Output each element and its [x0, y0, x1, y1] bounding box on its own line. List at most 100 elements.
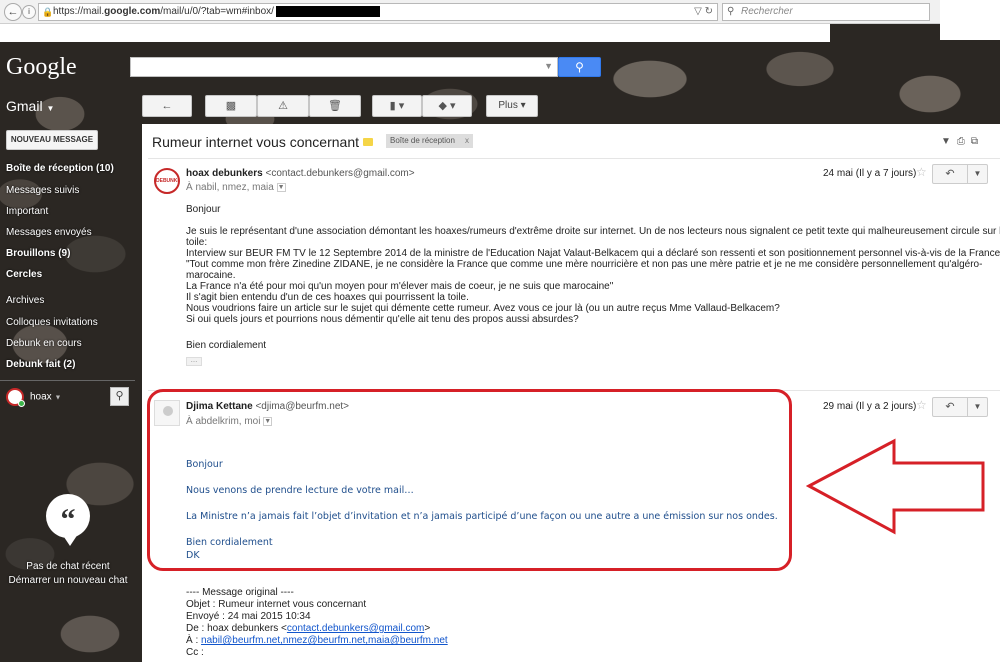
body-line: Je suis le représentant d'une associatio…: [186, 226, 1000, 237]
avatar: [6, 388, 25, 407]
quoted-from-suffix: >: [424, 623, 431, 634]
body-line: Bien cordialement: [186, 340, 267, 351]
quoted-cc: Cc :: [186, 647, 204, 658]
browser-search-input[interactable]: ⚲ Rechercher: [722, 3, 930, 21]
print-icon[interactable]: ⎙: [957, 136, 971, 147]
star-icon[interactable]: ☆: [916, 398, 927, 412]
sidebar-item-debunk-en-cours[interactable]: Debunk en cours: [6, 338, 82, 349]
sidebar-divider: [0, 380, 135, 381]
chat-search-button[interactable]: ⚲: [110, 387, 129, 406]
page-strip: [0, 24, 830, 42]
url-domain: google.com: [104, 6, 161, 17]
reply-icon: ↶: [945, 401, 955, 413]
back-arrow-icon[interactable]: ←: [4, 3, 22, 21]
search-icon: ⚲: [575, 60, 584, 74]
compose-button[interactable]: NOUVEAU MESSAGE: [6, 130, 98, 150]
chevron-down-icon[interactable]: ▼: [544, 61, 553, 71]
browser-toolbar: ← i 🔒 https://mail.google.com/mail/u/0/?t…: [0, 0, 1000, 24]
reload-icon[interactable]: ▽ ↻: [694, 4, 713, 20]
labels-button[interactable]: ◆ ▾: [422, 95, 472, 117]
chevron-down-icon[interactable]: ▼: [276, 182, 286, 192]
more-button[interactable]: Plus ▾: [486, 95, 538, 117]
sidebar-item-colloques[interactable]: Colloques invitations: [6, 317, 98, 328]
chat-user[interactable]: hoax ▼: [6, 388, 62, 407]
sidebar-item-circles[interactable]: Cercles: [6, 269, 42, 280]
redaction-bar: [275, 5, 352, 17]
quoted-to-prefix: À :: [186, 635, 202, 646]
reply-button[interactable]: ↶: [932, 164, 968, 184]
search-icon: ⚲: [727, 6, 735, 17]
quoted-sent: Envoyé : 24 mai 2015 10:34: [186, 611, 311, 622]
address-bar[interactable]: 🔒 https://mail.google.com/mail/u/0/?tab=w…: [38, 3, 718, 21]
body-line: toile:: [186, 237, 208, 248]
chevron-down-icon: ▼: [54, 394, 62, 402]
body-line: La France n'a été pour moi qu'un moyen p…: [186, 281, 614, 292]
delete-button[interactable]: 🗑: [309, 95, 361, 117]
sender-email-link[interactable]: contact.debunkers@gmail.com: [287, 623, 424, 634]
gmail-label: Gmail: [6, 98, 43, 114]
redaction-bar: [351, 5, 380, 17]
close-icon[interactable]: x: [465, 136, 469, 145]
message-more-button[interactable]: ▼: [968, 397, 988, 417]
sidebar-item-inbox[interactable]: Boîte de réception (10): [6, 163, 114, 174]
archive-button[interactable]: ▩: [205, 95, 257, 117]
back-to-inbox-button[interactable]: ←: [142, 95, 192, 117]
tag-icon: ◆ ▾: [438, 100, 456, 112]
move-to-button[interactable]: ▮ ▾: [372, 95, 422, 117]
recipients: À nabil, nmez, maia: [186, 182, 274, 193]
url-prefix: https://mail.: [53, 6, 105, 17]
reply-icon: ↶: [945, 168, 955, 180]
message-more-button[interactable]: ▼: [968, 164, 988, 184]
quoted-from: De : hoax debunkers <contact.debunkers@g…: [186, 623, 430, 634]
url-path: /mail/u/0/?tab=wm#inbox/: [160, 6, 274, 17]
message-date: 29 mai (Il y a 2 jours): [823, 401, 917, 412]
message-date: 24 mai (Il y a 7 jours): [823, 168, 917, 179]
thread-subject: Rumeur internet vous concernant: [152, 134, 359, 150]
new-window-icon[interactable]: ⧉: [971, 136, 984, 147]
sidebar-item-starred[interactable]: Messages suivis: [6, 185, 79, 196]
chat-empty-text: Pas de chat récent: [26, 561, 110, 572]
info-icon[interactable]: i: [22, 5, 36, 19]
body-line: Bonjour: [186, 204, 221, 215]
search-icon: ⚲: [115, 390, 124, 402]
sidebar-item-debunk-fait[interactable]: Debunk fait (2): [6, 359, 75, 370]
sidebar-item-drafts[interactable]: Brouillons (9): [6, 248, 70, 259]
sender-name: hoax debunkers: [186, 168, 263, 179]
sidebar-item-important[interactable]: Important: [6, 206, 48, 217]
star-icon[interactable]: ☆: [916, 165, 927, 179]
body-line: Si oui quels jours et pourrions nous dém…: [186, 314, 579, 325]
google-logo[interactable]: Google: [6, 54, 77, 81]
avatar: DEBUNKERS: [154, 168, 180, 194]
reply-button[interactable]: ↶: [932, 397, 968, 417]
message-sender[interactable]: hoax debunkers <contact.debunkers@gmail.…: [186, 168, 415, 179]
important-label-icon[interactable]: [363, 138, 373, 146]
page-strip: [940, 0, 1000, 40]
inbox-label-tag[interactable]: Boîte de réception x: [386, 134, 473, 148]
hangouts-bubble-tail: [62, 534, 78, 546]
quoted-header: ---- Message original ----: [186, 587, 294, 598]
sidebar-item-archives[interactable]: Archives: [6, 295, 44, 306]
body-line: Interview sur BEUR FM TV le 12 Septembre…: [186, 248, 1000, 259]
quoted-subject: Objet : Rumeur internet vous concernant: [186, 599, 367, 610]
mail-search-input[interactable]: ▼: [130, 57, 558, 77]
expand-all-icon[interactable]: ▼: [941, 136, 957, 147]
sidebar-item-sent[interactable]: Messages envoyés: [6, 227, 92, 238]
trash-icon: 🗑: [328, 100, 342, 112]
start-chat-link[interactable]: Démarrer un nouveau chat: [0, 575, 136, 586]
archive-icon: ▩: [225, 100, 237, 112]
recipients-line[interactable]: À nabil, nmez, maia ▼: [186, 182, 286, 193]
recipients-email-link[interactable]: nabil@beurfm.net,nmez@beurfm.net,maia@be…: [201, 635, 448, 646]
body-line: Il s'agit bien entendu d'un de ces hoaxe…: [186, 292, 469, 303]
online-status-icon: [18, 400, 25, 407]
gmail-menu[interactable]: Gmail ▼: [6, 98, 54, 114]
show-trimmed-button[interactable]: …: [186, 357, 202, 366]
sender-email: <contact.debunkers@gmail.com>: [265, 168, 415, 179]
more-label: Plus: [498, 100, 518, 111]
hangouts-quote-icon: “: [46, 494, 90, 538]
divider: [148, 158, 1000, 159]
thread-actions: ▼⎙⧉: [941, 136, 984, 147]
report-spam-button[interactable]: ⚠: [257, 95, 309, 117]
quoted-to: À : nabil@beurfm.net,nmez@beurfm.net,mai…: [186, 635, 448, 646]
search-button[interactable]: ⚲: [558, 57, 601, 77]
inbox-tag-label: Boîte de réception: [390, 136, 455, 145]
